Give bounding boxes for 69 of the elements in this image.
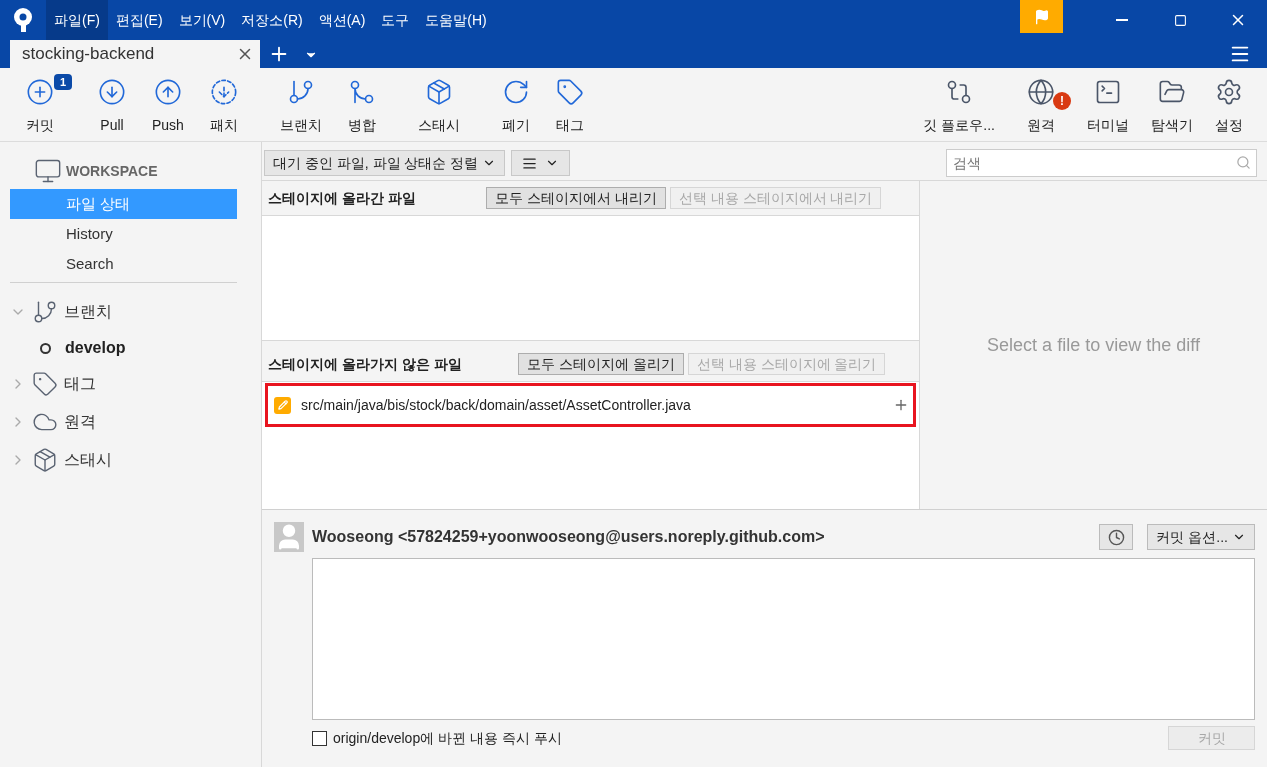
toolbar-button[interactable]: 터미널 — [1079, 73, 1137, 136]
checkbox-label: origin/develop에 바뀐 내용 즉시 푸시 — [333, 728, 563, 748]
toolbar-button[interactable]: 스태시 — [409, 73, 468, 136]
panel-title: 스테이지에 올라간 파일 — [268, 188, 417, 208]
app-logo-icon — [12, 7, 34, 33]
toolbar-button[interactable]: 깃 플로우... — [915, 73, 1003, 136]
modified-icon — [274, 396, 291, 414]
alert-badge: ! — [1053, 91, 1071, 110]
menu-item[interactable]: 저장소(R) — [233, 0, 311, 40]
sidebar-section[interactable]: 브랜치 — [10, 293, 237, 331]
plus-circle-icon — [26, 77, 54, 106]
commit-message-field[interactable] — [312, 558, 1255, 720]
dashed-arrow-down-icon — [209, 77, 238, 106]
history-button[interactable] — [1099, 524, 1134, 550]
toolbar-button[interactable]: 패치 — [201, 73, 246, 136]
menu-item[interactable]: 도구 — [373, 0, 418, 40]
toolbar-button[interactable]: Pull — [90, 73, 134, 136]
menu-item[interactable]: 파일(F) — [46, 0, 108, 40]
menu-item[interactable]: 보기(V) — [170, 0, 234, 40]
toolbar-button[interactable]: 설정 — [1207, 73, 1251, 136]
toolbar-button[interactable]: 탐색기 — [1143, 73, 1201, 136]
sidebar-item[interactable]: History — [10, 219, 237, 249]
sidebar-section[interactable]: 원격 — [10, 403, 237, 441]
view-options-button[interactable] — [511, 150, 571, 176]
search-field[interactable]: 검색 — [946, 149, 1257, 177]
menu-item[interactable]: 액션(A) — [310, 0, 374, 40]
stage-button[interactable]: 모두 스테이지에서 내리기 — [486, 187, 666, 209]
globe-icon — [1027, 77, 1055, 106]
filter-dropdown[interactable]: 대기 중인 파일, 파일 상태순 정렬 — [264, 150, 506, 176]
commit-author: Wooseong <57824259+yoonwooseong@users.noreply.github.com> — [312, 527, 826, 547]
commit-options-dropdown[interactable]: 커밋 옵션... — [1147, 524, 1255, 550]
maximize-icon — [1173, 13, 1187, 27]
sidebar-item[interactable]: Search — [10, 249, 237, 279]
settings-icon — [1215, 77, 1243, 106]
toolbar-button[interactable]: ! 원격 — [1009, 73, 1073, 136]
toolbar-button[interactable]: 태그 — [547, 73, 592, 136]
panel-title: 스테이지에 올라가지 않은 파일 — [268, 354, 463, 374]
push-checkbox[interactable] — [312, 730, 327, 746]
arrow-down-circle-icon — [98, 77, 126, 106]
menu-item[interactable]: 도움말(H) — [417, 0, 495, 40]
flag-icon — [1033, 8, 1050, 25]
monitor-icon — [34, 157, 62, 185]
sidebar-section[interactable]: 스태시 — [10, 441, 237, 479]
sidebar-section[interactable]: 태그 — [10, 365, 237, 403]
tag-icon — [32, 371, 58, 397]
toolbar-button[interactable]: Push — [144, 73, 192, 136]
tag-icon — [555, 77, 584, 106]
branch-item[interactable]: develop — [10, 331, 237, 365]
count-badge: 1 — [53, 73, 72, 90]
minimize-icon — [1116, 19, 1128, 21]
stage-file-icon[interactable] — [893, 397, 909, 413]
repo-tab[interactable]: stocking-backend — [10, 40, 260, 68]
arrow-up-circle-icon — [153, 77, 182, 106]
menu-item[interactable]: 편집(E) — [107, 0, 171, 40]
file-row[interactable]: src/main/java/bis/stock/back/domain/asset/AssetController.java — [265, 383, 916, 427]
clock-icon — [1107, 528, 1125, 546]
branch-icon — [32, 299, 58, 325]
section-title: WORKSPACE — [66, 161, 158, 181]
stage-button[interactable]: 모두 스테이지에 올리기 — [518, 353, 684, 375]
current-branch-icon — [40, 342, 51, 354]
empty-diff-message: Select a file to view the diff — [987, 333, 1200, 357]
box-icon — [32, 447, 58, 473]
toolbar-button[interactable]: 병합 — [339, 73, 384, 136]
search-icon — [1236, 155, 1251, 170]
toolbar-button[interactable]: 브랜치 — [271, 73, 330, 136]
toolbar-button[interactable]: 1 커밋 — [8, 73, 72, 136]
toolbar-button[interactable]: 폐기 — [493, 73, 538, 136]
avatar-icon — [274, 522, 304, 552]
list-icon — [522, 155, 538, 171]
